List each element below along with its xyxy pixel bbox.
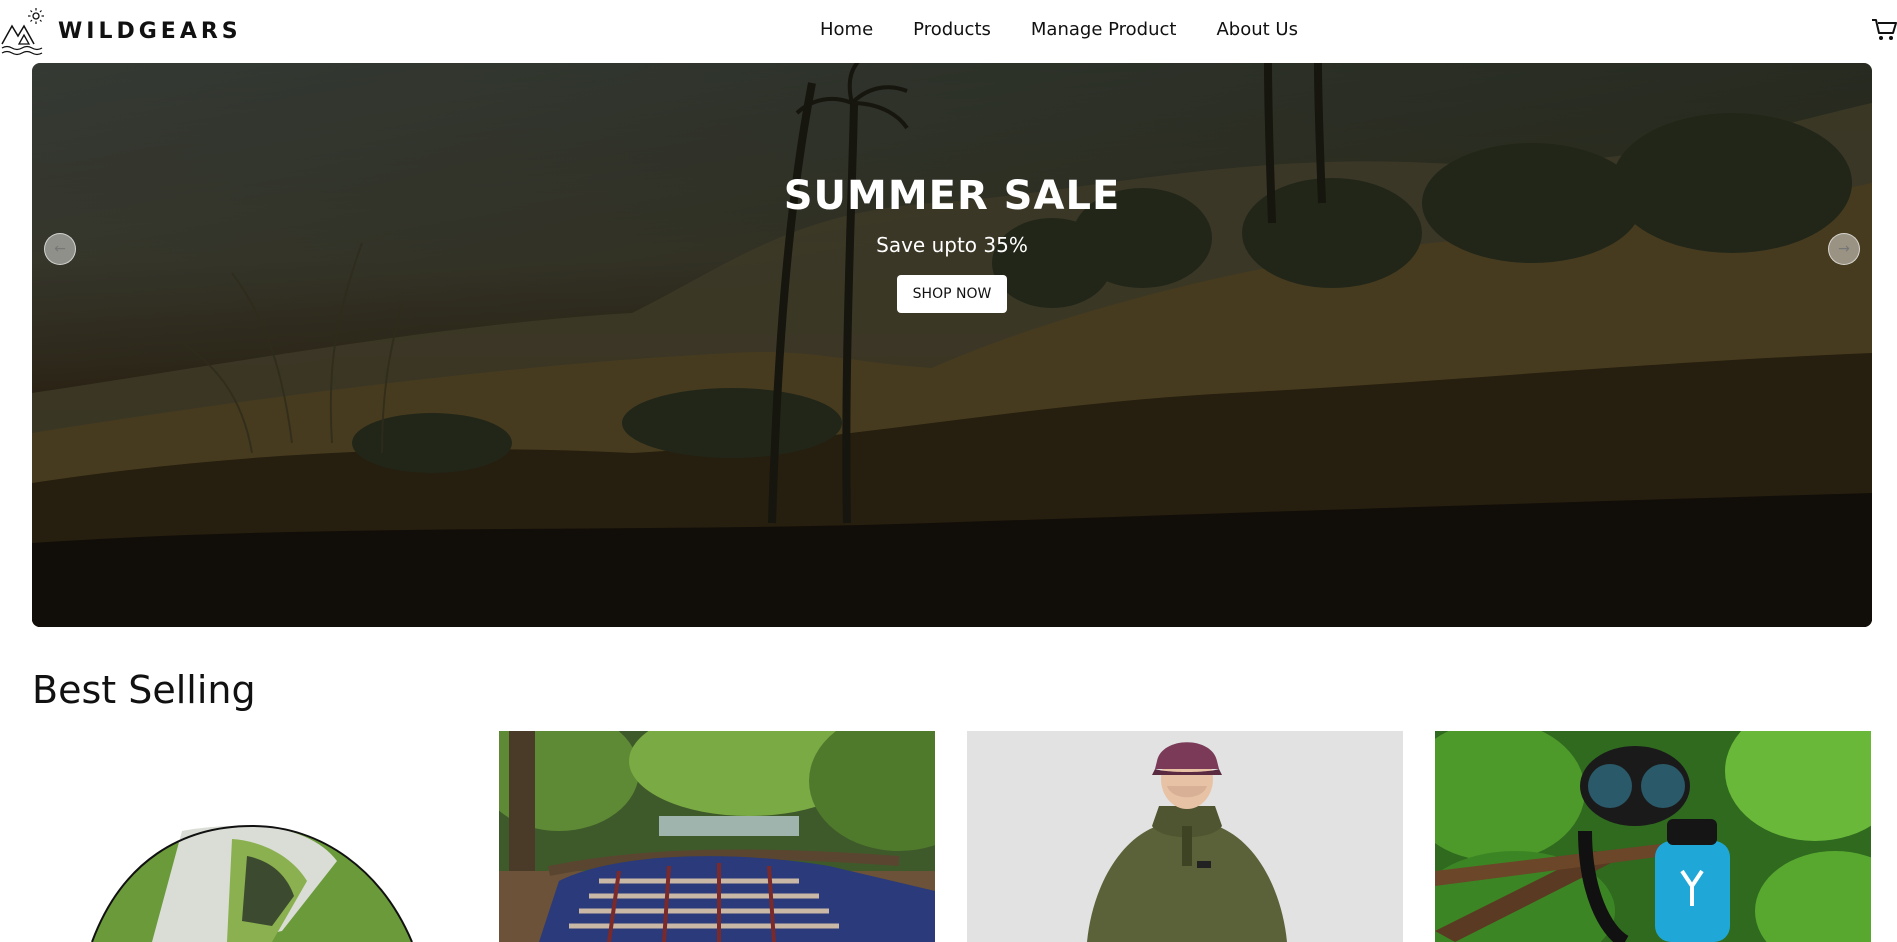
navbar: WILDGEARS Home Products Manage Product A… [0, 0, 1897, 63]
shop-now-button[interactable]: SHOP NOW [896, 275, 1008, 313]
water-bottle-snorkel-image [1435, 731, 1871, 942]
arrow-left-icon: ← [54, 241, 66, 257]
nav-about-us[interactable]: About Us [1216, 19, 1298, 40]
product-card-sleeping-bag[interactable] [499, 731, 935, 942]
product-card-water-bottle[interactable] [1435, 731, 1871, 942]
tent-image [32, 731, 468, 942]
brand-logo[interactable]: WILDGEARS [0, 6, 242, 56]
carousel-prev-button[interactable]: ← [44, 233, 76, 265]
carousel-next-button[interactable]: → [1828, 233, 1860, 265]
main-nav: Home Products Manage Product About Us [820, 19, 1338, 40]
hero-overlay [32, 63, 1872, 627]
nav-products[interactable]: Products [913, 19, 991, 40]
product-grid [32, 731, 1872, 942]
hero-content: SUMMER SALE Save upto 35% SHOP NOW [32, 173, 1872, 313]
hero-subtitle: Save upto 35% [876, 233, 1028, 257]
arrow-right-icon: → [1838, 241, 1850, 257]
product-card-tent[interactable] [32, 731, 468, 942]
sleeping-bag-image [499, 731, 935, 942]
cart-icon [1872, 19, 1897, 40]
hero-title: SUMMER SALE [783, 173, 1121, 219]
best-selling-title: Best Selling [32, 668, 256, 712]
nav-manage-product[interactable]: Manage Product [1031, 19, 1177, 40]
brand-name: WILDGEARS [58, 18, 242, 44]
hero-carousel: SUMMER SALE Save upto 35% SHOP NOW ← → [32, 63, 1872, 627]
nav-home[interactable]: Home [820, 19, 873, 40]
mountain-sun-logo-icon [1, 8, 44, 56]
fleece-hoodie-image [967, 731, 1403, 942]
cart-button[interactable] [1871, 17, 1897, 43]
product-card-fleece-hoodie[interactable] [967, 731, 1403, 942]
